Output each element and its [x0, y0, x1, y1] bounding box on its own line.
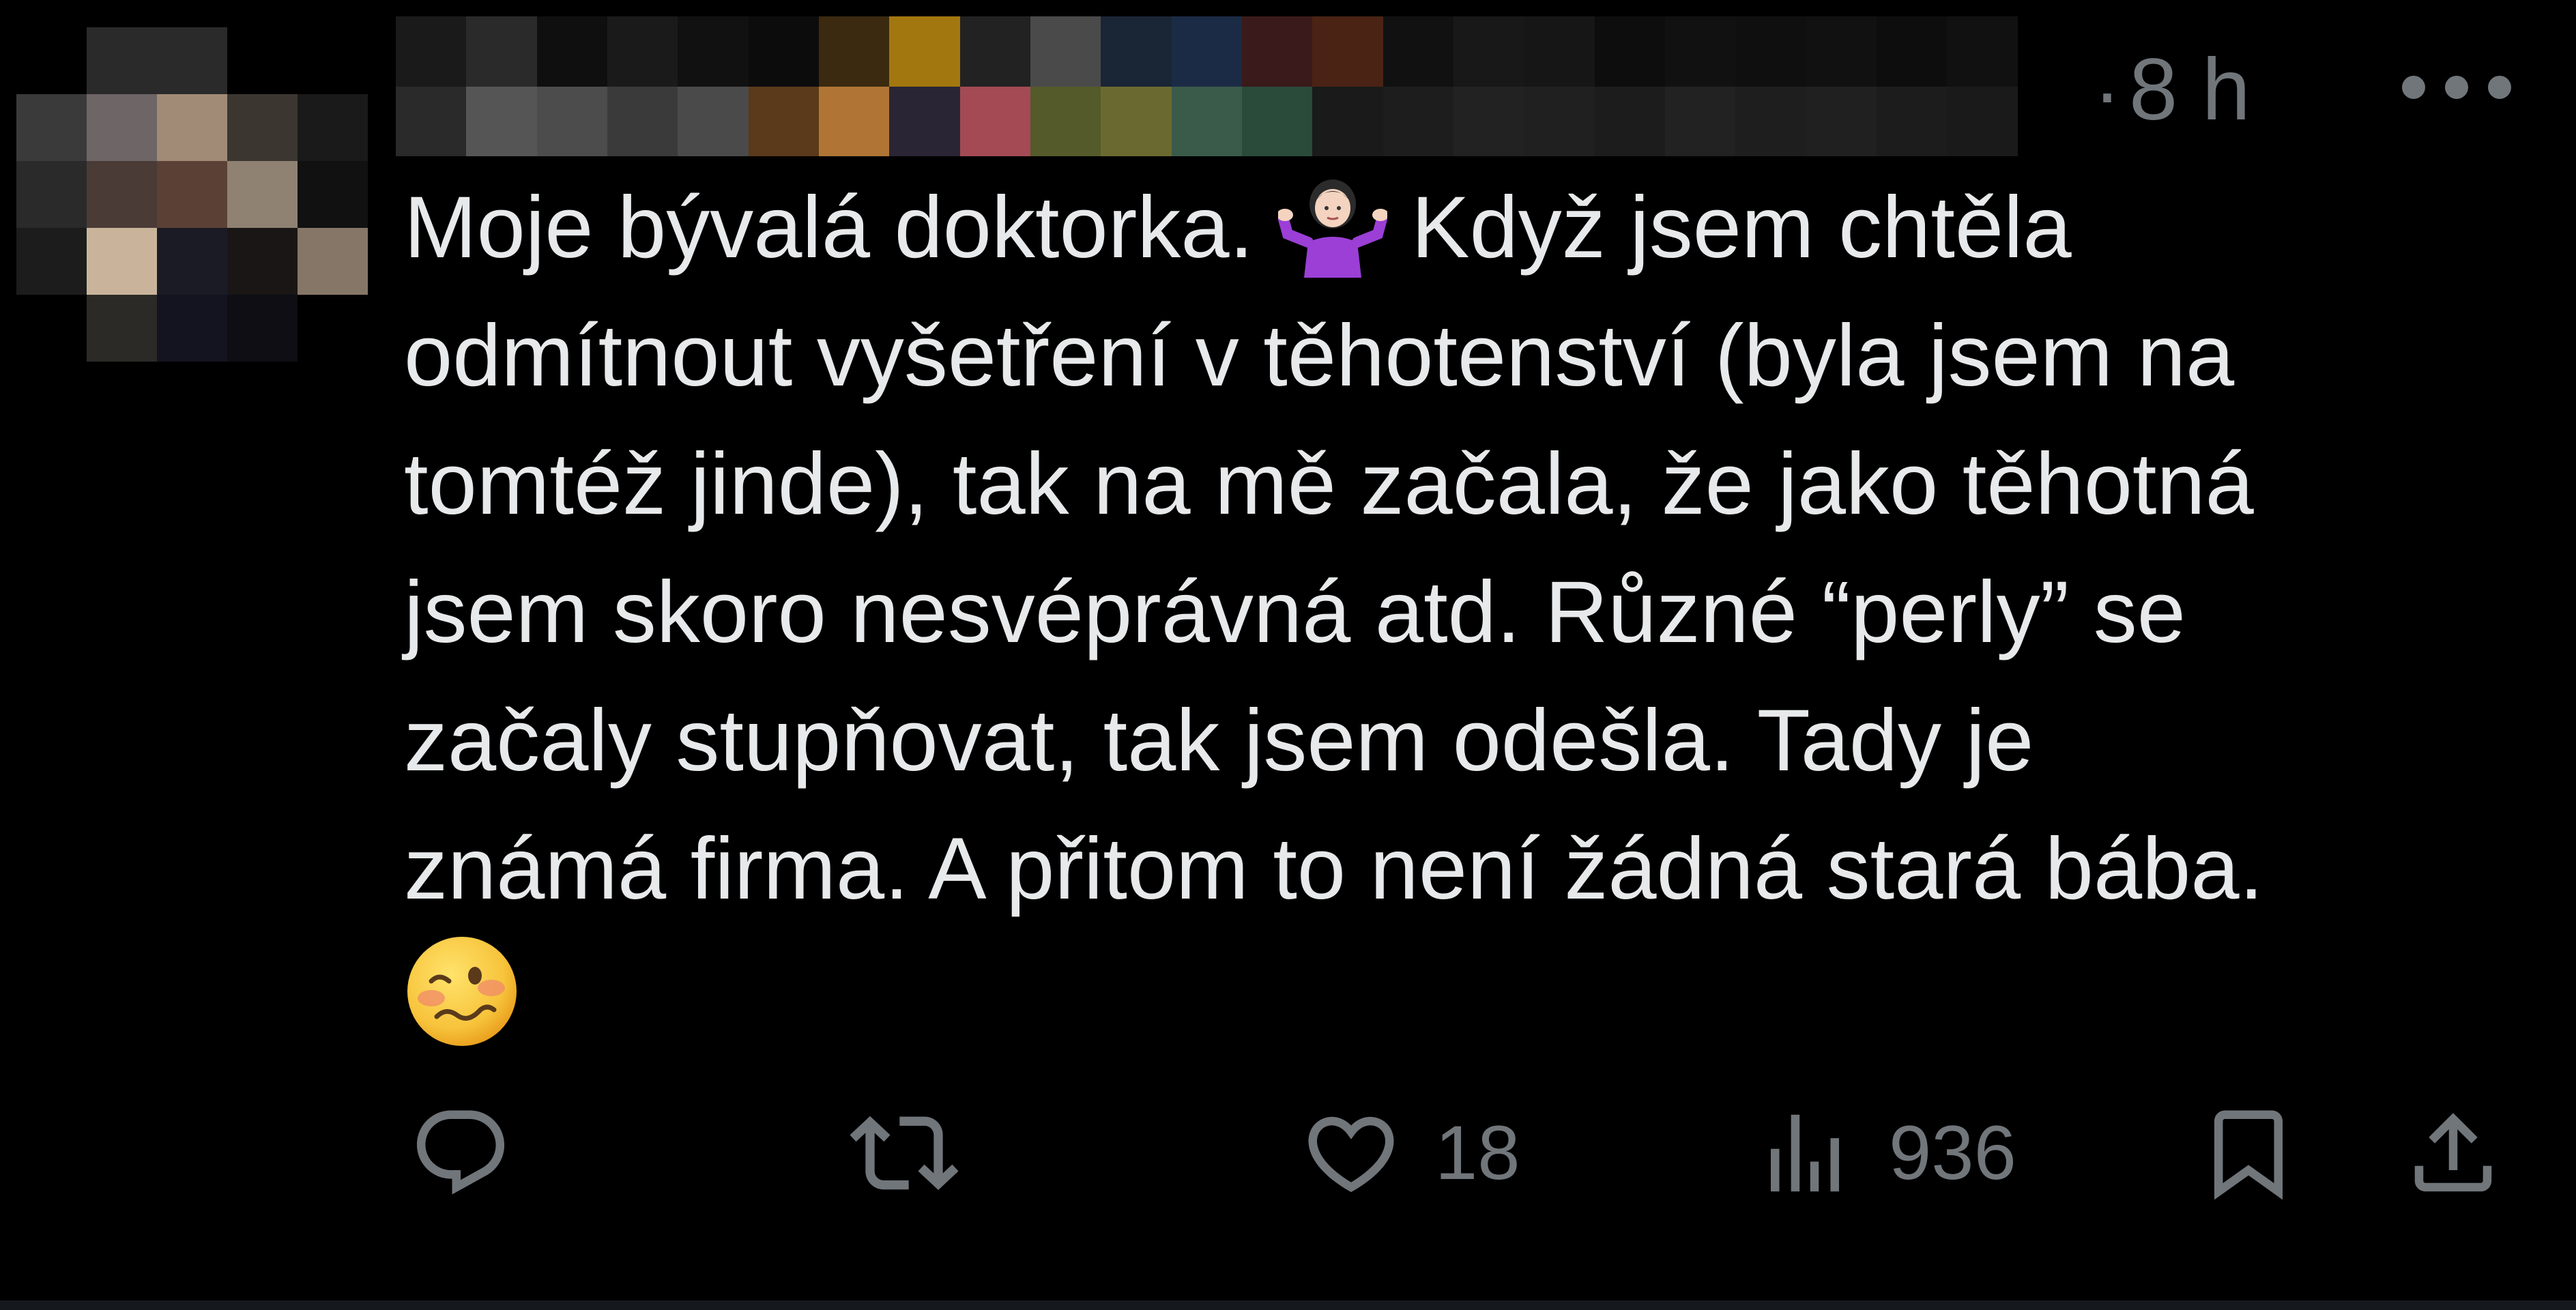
like-button[interactable]: 18 — [1300, 1092, 1520, 1214]
post-text-part-2: Když jsem chtěla odmítnout vyšetření v t… — [404, 179, 2264, 918]
views-button[interactable]: 936 — [1754, 1092, 2016, 1214]
like-count: 18 — [1435, 1110, 1520, 1195]
bookmark-icon — [2197, 1098, 2300, 1208]
repost-icon — [850, 1098, 959, 1208]
more-icon[interactable] — [2402, 60, 2511, 115]
heart-icon — [1300, 1102, 1402, 1204]
share-button[interactable] — [2402, 1092, 2504, 1214]
reply-button[interactable] — [409, 1092, 512, 1214]
view-count: 936 — [1889, 1110, 2016, 1195]
person-shrugging-emoji-icon — [1276, 169, 1389, 278]
post-divider — [0, 1300, 2576, 1310]
woozy-face-emoji-icon — [404, 933, 520, 1049]
reply-icon — [409, 1102, 512, 1204]
repost-button[interactable] — [850, 1092, 959, 1214]
post-text-part-1: Moje bývalá doktorka. — [404, 179, 1278, 276]
timestamp-separator: · — [2094, 46, 2121, 138]
views-icon — [1754, 1102, 1856, 1204]
bookmark-button[interactable] — [2197, 1092, 2300, 1214]
share-icon — [2402, 1098, 2504, 1208]
author-avatar[interactable] — [16, 27, 368, 362]
author-name-redacted[interactable] — [396, 16, 2088, 156]
post-text: Moje bývalá doktorka. Když jsem chtěla o… — [404, 164, 2553, 1064]
post-timestamp[interactable]: 8 h — [2129, 42, 2251, 138]
